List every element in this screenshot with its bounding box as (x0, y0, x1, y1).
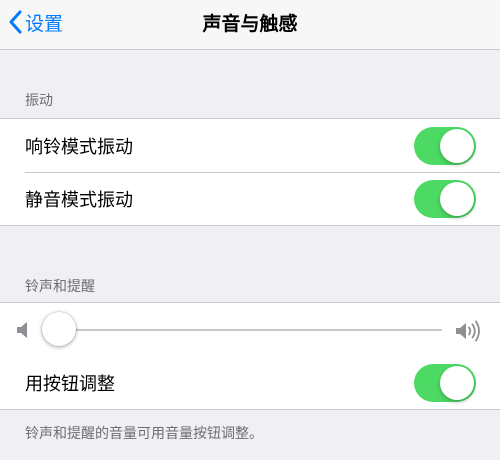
change-with-buttons-label: 用按钮调整 (25, 373, 115, 395)
change-with-buttons-row: 用按钮调整 (0, 356, 500, 409)
ring-vibrate-label: 响铃模式振动 (25, 136, 133, 158)
toggle-knob (440, 181, 474, 216)
speaker-low-icon (16, 320, 32, 344)
speaker-high-icon (455, 320, 483, 346)
section-header-vibration: 振动 (25, 93, 53, 109)
change-with-buttons-toggle[interactable] (414, 363, 476, 402)
vibration-group: 响铃模式振动 静音模式振动 (0, 118, 500, 226)
page-title: 声音与触感 (202, 13, 298, 35)
navigation-bar: 设置 声音与触感 (0, 0, 500, 50)
silent-vibrate-row: 静音模式振动 (0, 172, 500, 225)
silent-vibrate-label: 静音模式振动 (25, 189, 133, 211)
section-header-ringer: 铃声和提醒 (25, 279, 95, 295)
ringer-volume-row (0, 303, 500, 356)
ringer-footer-note: 铃声和提醒的音量可用音量按钮调整。 (25, 426, 263, 442)
toggle-knob (440, 365, 474, 400)
ringer-group: 用按钮调整 (0, 302, 500, 410)
ring-vibrate-toggle[interactable] (414, 126, 476, 165)
ringer-volume-thumb[interactable] (41, 312, 76, 346)
ring-vibrate-row: 响铃模式振动 (0, 119, 500, 172)
toggle-knob (440, 128, 474, 163)
ringer-volume-slider[interactable] (41, 312, 442, 346)
silent-vibrate-toggle[interactable] (414, 179, 476, 218)
